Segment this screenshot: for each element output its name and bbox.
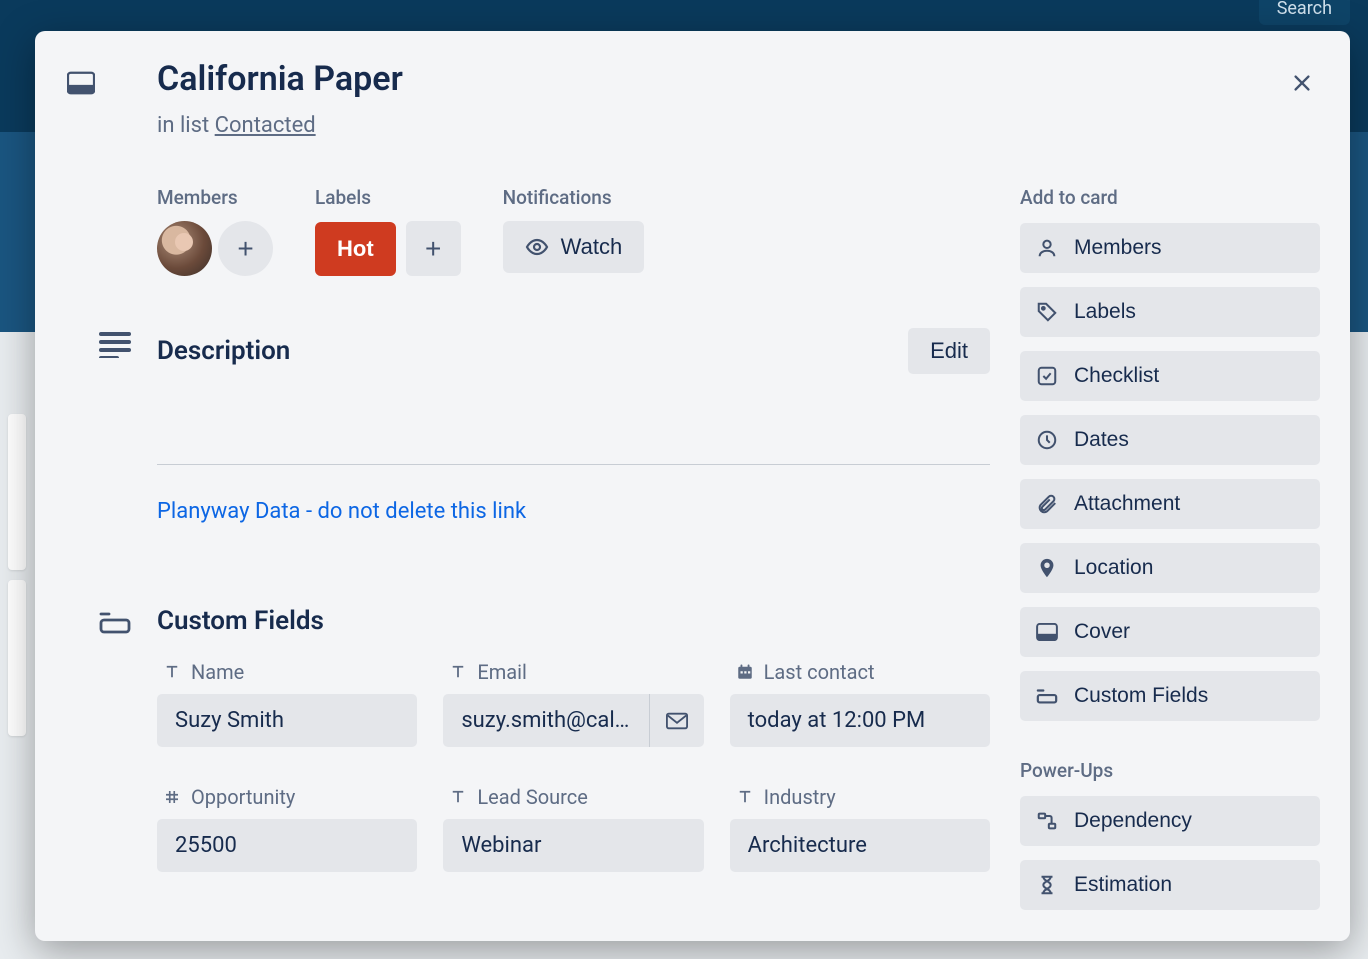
- labels-block: Labels Hot +: [315, 186, 461, 276]
- description-icon: [99, 332, 133, 360]
- cf-value-last-contact[interactable]: today at 12:00 PM: [730, 694, 990, 747]
- custom-field-last-contact: Last contact today at 12:00 PM: [730, 660, 990, 747]
- person-icon: [1036, 237, 1058, 259]
- custom-fields-icon: [1036, 687, 1058, 705]
- search-label: Search: [1277, 0, 1332, 19]
- card-meta-row: Members + Labels Hot +: [157, 186, 990, 276]
- checklist-icon: [1036, 365, 1058, 387]
- cf-label-text: Last contact: [764, 660, 875, 684]
- custom-field-opportunity: Opportunity 25500: [157, 785, 417, 872]
- cf-value-email[interactable]: suzy.smith@cal…: [443, 694, 649, 747]
- hourglass-icon: [1036, 874, 1058, 896]
- card-modal: California Paper in list Contacted Membe…: [35, 31, 1350, 941]
- in-list-prefix: in list: [157, 113, 215, 138]
- location-pin-icon: [1036, 557, 1058, 579]
- sidebar-item-label: Cover: [1074, 620, 1130, 644]
- sidebar-item-label: Estimation: [1074, 873, 1172, 897]
- sidebar-attachment-button[interactable]: Attachment: [1020, 479, 1320, 529]
- cf-label-text: Name: [191, 660, 244, 684]
- list-link[interactable]: Contacted: [215, 113, 316, 138]
- plus-icon: +: [237, 233, 253, 265]
- cf-value-lead-source[interactable]: Webinar: [443, 819, 703, 872]
- sidebar-estimation-button[interactable]: Estimation: [1020, 860, 1320, 910]
- card-header: California Paper in list Contacted: [35, 31, 1350, 146]
- edit-description-button[interactable]: Edit: [908, 328, 990, 374]
- background-list: [8, 356, 26, 656]
- power-ups-heading: Power-Ups: [1020, 759, 1320, 782]
- watch-label: Watch: [561, 234, 623, 260]
- card-sidebar: Add to card Members Labels Checklist Dat…: [1020, 186, 1320, 941]
- tag-icon: [1036, 301, 1058, 323]
- sidebar-cover-button[interactable]: Cover: [1020, 607, 1320, 657]
- sidebar-item-label: Attachment: [1074, 492, 1180, 516]
- sidebar-item-label: Members: [1074, 236, 1162, 260]
- custom-field-name: Name Suzy Smith: [157, 660, 417, 747]
- description-section: Description Edit Planyway Data - do not …: [157, 328, 990, 576]
- description-heading: Description: [157, 336, 290, 366]
- clock-icon: [1036, 429, 1058, 451]
- description-divider: [157, 464, 990, 465]
- notifications-block: Notifications Watch: [503, 186, 645, 276]
- members-heading: Members: [157, 186, 273, 209]
- mail-icon: [666, 712, 688, 730]
- card-icon: [67, 71, 95, 93]
- text-type-icon: [163, 663, 181, 681]
- text-type-icon: [449, 663, 467, 681]
- custom-fields-heading: Custom Fields: [157, 606, 990, 636]
- global-search[interactable]: Search: [1259, 0, 1350, 25]
- send-email-button[interactable]: [650, 694, 704, 747]
- member-avatar[interactable]: [157, 221, 212, 276]
- sidebar-location-button[interactable]: Location: [1020, 543, 1320, 593]
- sidebar-item-label: Checklist: [1074, 364, 1159, 388]
- card-main-column: Members + Labels Hot +: [65, 186, 1020, 941]
- sidebar-item-label: Custom Fields: [1074, 684, 1208, 708]
- sidebar-custom-fields-button[interactable]: Custom Fields: [1020, 671, 1320, 721]
- cf-label-text: Industry: [764, 785, 836, 809]
- app-top-nav: Search: [0, 0, 1368, 32]
- custom-field-email: Email suzy.smith@cal…: [443, 660, 703, 747]
- sidebar-item-label: Location: [1074, 556, 1153, 580]
- labels-heading: Labels: [315, 186, 461, 209]
- add-to-card-heading: Add to card: [1020, 186, 1320, 209]
- cover-icon: [1036, 623, 1058, 641]
- card-list-location: in list Contacted: [157, 113, 1282, 138]
- sidebar-members-button[interactable]: Members: [1020, 223, 1320, 273]
- notifications-heading: Notifications: [503, 186, 645, 209]
- text-type-icon: [736, 788, 754, 806]
- sidebar-checklist-button[interactable]: Checklist: [1020, 351, 1320, 401]
- planyway-data-link[interactable]: Planyway Data - do not delete this link: [157, 499, 526, 524]
- eye-icon: [525, 235, 549, 259]
- cf-value-opportunity[interactable]: 25500: [157, 819, 417, 872]
- custom-field-industry: Industry Architecture: [730, 785, 990, 872]
- power-ups-list: Dependency Estimation: [1020, 796, 1320, 910]
- sidebar-dependency-button[interactable]: Dependency: [1020, 796, 1320, 846]
- custom-fields-icon: [99, 610, 133, 638]
- paperclip-icon: [1036, 493, 1058, 515]
- cf-label-text: Lead Source: [477, 785, 587, 809]
- add-member-button[interactable]: +: [218, 221, 273, 276]
- label-chip[interactable]: Hot: [315, 222, 396, 276]
- add-to-card-list: Members Labels Checklist Dates Attachmen…: [1020, 223, 1320, 721]
- sidebar-dates-button[interactable]: Dates: [1020, 415, 1320, 465]
- cf-value-industry[interactable]: Architecture: [730, 819, 990, 872]
- custom-fields-section: Custom Fields Name Suzy Smith: [157, 606, 990, 872]
- dependency-icon: [1036, 810, 1058, 832]
- plus-icon: +: [425, 233, 441, 265]
- cf-label-text: Email: [477, 660, 527, 684]
- sidebar-labels-button[interactable]: Labels: [1020, 287, 1320, 337]
- text-type-icon: [449, 788, 467, 806]
- calendar-icon: [736, 663, 754, 681]
- cf-value-name[interactable]: Suzy Smith: [157, 694, 417, 747]
- members-block: Members +: [157, 186, 273, 276]
- card-title[interactable]: California Paper: [157, 59, 1282, 99]
- custom-field-lead-source: Lead Source Webinar: [443, 785, 703, 872]
- number-type-icon: [163, 788, 181, 806]
- add-label-button[interactable]: +: [406, 221, 461, 276]
- sidebar-item-label: Dependency: [1074, 809, 1192, 833]
- cf-label-text: Opportunity: [191, 785, 295, 809]
- watch-button[interactable]: Watch: [503, 221, 645, 273]
- sidebar-item-label: Dates: [1074, 428, 1129, 452]
- sidebar-item-label: Labels: [1074, 300, 1136, 324]
